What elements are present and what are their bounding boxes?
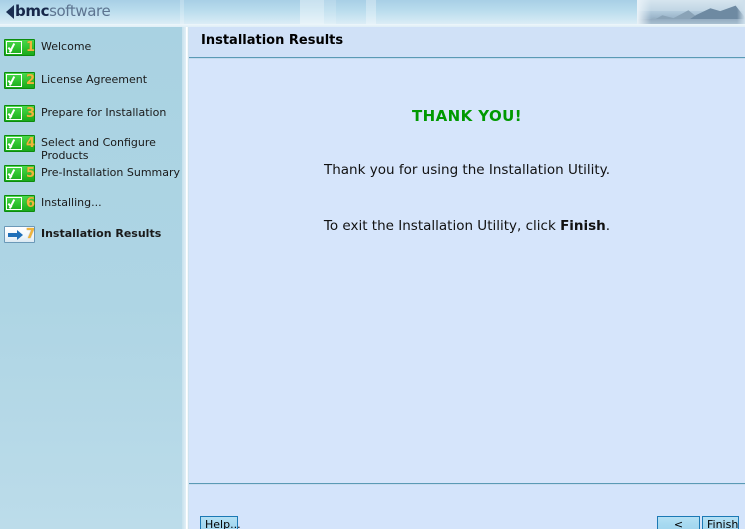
green-check-icon: 1 (4, 39, 36, 57)
sidebar-item-welcome[interactable]: 1 Welcome (0, 38, 186, 63)
page-title-bar: Installation Results (189, 27, 745, 57)
green-check-icon: 4 (4, 135, 36, 153)
sidebar-item-label: Select and Configure Products (41, 136, 156, 162)
step-number: 5 (25, 166, 35, 181)
app-header-banner: bmc software (0, 0, 745, 27)
exit-instruction-suffix: . (605, 218, 611, 234)
step-number: 7 (25, 227, 35, 242)
sidebar-item-label: Installation Results (41, 227, 162, 240)
help-button[interactable]: Help... (200, 516, 241, 529)
sidebar-item-select-and-configure-products[interactable]: 4 Select and Configure Products (0, 134, 186, 162)
green-check-icon: 6 (4, 195, 36, 213)
step-list: 1 Welcome 2 License Agreement 3 Prepare … (0, 27, 186, 250)
sidebar-item-installing[interactable]: 6 Installing... (0, 194, 186, 219)
green-check-icon: 5 (4, 165, 36, 183)
chevron-left-icon (6, 4, 14, 19)
banner-gradient-bands (0, 0, 745, 24)
blue-arrow-icon: 7 (4, 226, 36, 244)
step-sidebar: 1 Welcome 2 License Agreement 3 Prepare … (0, 27, 186, 529)
exit-instruction-prefix: To exit the Installation Utility, click (323, 218, 561, 234)
step-number: 3 (25, 106, 35, 121)
sidebar-item-installation-results[interactable]: 7 Installation Results (0, 225, 186, 250)
finish-button[interactable]: Finish (702, 516, 739, 529)
sidebar-item-prepare-for-installation[interactable]: 3 Prepare for Installation (0, 104, 186, 132)
step-number: 6 (25, 196, 35, 211)
step-number: 4 (25, 136, 35, 151)
logo-bmc-text: bmc (15, 2, 50, 20)
green-check-icon: 3 (4, 105, 36, 123)
green-check-icon: 2 (4, 72, 36, 90)
sidebar-item-pre-installation-summary[interactable]: 5 Pre-Installation Summary (0, 164, 186, 192)
sidebar-item-label: Welcome (41, 40, 92, 53)
results-panel: THANK YOU! Thank you for using the Insta… (189, 59, 745, 483)
finish-emphasis: Finish (560, 218, 606, 234)
bmc-software-logo: bmc software (6, 2, 111, 20)
step-number: 2 (25, 73, 35, 88)
content-area: Installation Results THANK YOU! Thank yo… (189, 27, 745, 529)
button-bar: Help... < Back Finish (189, 485, 745, 529)
sidebar-item-label: License Agreement (41, 73, 148, 86)
thank-you-message: Thank you for using the Installation Uti… (323, 162, 611, 178)
sidebar-item-label: Pre-Installation Summary (41, 166, 181, 179)
sidebar-item-label: Installing... (41, 196, 102, 209)
logo-software-text: software (49, 2, 111, 20)
exit-instruction: To exit the Installation Utility, click … (189, 218, 745, 234)
back-button[interactable]: < Back (657, 516, 700, 529)
thank-you-heading: THANK YOU! (412, 107, 522, 125)
sidebar-item-license-agreement[interactable]: 2 License Agreement (0, 71, 186, 96)
sidebar-item-label: Prepare for Installation (41, 106, 167, 119)
mountain-landscape-image (637, 0, 745, 24)
step-number: 1 (25, 40, 35, 55)
page-title: Installation Results (201, 33, 344, 48)
installer-window: bmc software 1 Welcome 2 License Agreeme… (0, 0, 745, 529)
